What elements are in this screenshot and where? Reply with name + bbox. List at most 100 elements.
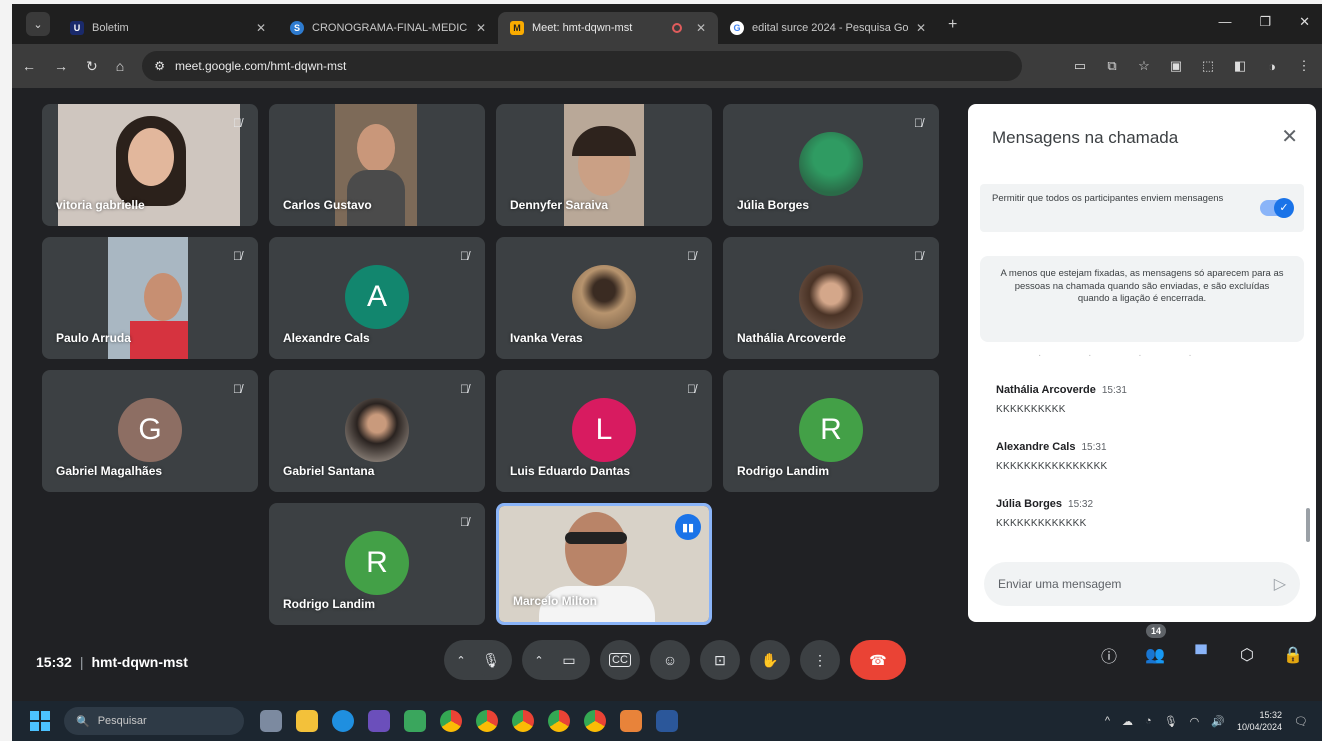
mic-off-icon: 🎙̸ [233,382,242,396]
browser-menu-icon[interactable]: ⋮ [1296,58,1312,74]
mic-off-icon: 🎙̸ [460,249,469,263]
chat-info-notice: A menos que estejam fixadas, as mensagen… [980,256,1304,342]
microphone-button[interactable]: 🎙 [474,643,508,677]
restore-icon[interactable]: ❐ [1259,14,1271,30]
chrome-icon[interactable] [584,710,606,732]
file-explorer-icon[interactable] [296,710,318,732]
tray-expand-icon[interactable]: ^ [1105,715,1110,727]
reload-icon[interactable]: ↻ [86,58,98,75]
forward-icon[interactable]: → [54,58,68,74]
message-author: Nathália Arcoverde [996,384,1096,396]
taskbar-search[interactable]: 🔍 Pesquisar [64,707,244,735]
new-tab-icon[interactable]: + [948,16,957,34]
tab-search-button[interactable]: ⌄ [26,12,50,36]
video-options-chevron-icon[interactable]: ⌃ [526,654,552,667]
word-icon[interactable] [656,710,678,732]
wifi-icon[interactable]: ◠ [1190,715,1200,728]
cloud-icon[interactable]: ☁ [1122,715,1133,728]
chat-scrollbar[interactable] [1306,508,1310,542]
minimize-icon[interactable]: — [1218,14,1231,30]
extension-icon[interactable]: ▣ [1168,58,1184,74]
app-tray-icon[interactable]: ◔ [1145,715,1152,727]
participant-tile[interactable]: R Rodrigo Landim [723,370,939,492]
extensions-puzzle-icon[interactable]: ⬚ [1200,58,1216,74]
participant-photo [799,265,863,329]
participant-tile[interactable]: R 🎙̸ Rodrigo Landim [269,503,485,625]
tab-pesquisa[interactable]: G edital surce 2024 - Pesquisa Go ✕ [718,12,938,44]
divider-dots: · · · · [1038,350,1214,361]
host-controls-icon[interactable]: 🔒 [1282,644,1304,666]
profile-avatar-icon[interactable]: ◑ [1264,58,1280,74]
clock[interactable]: 15:32 10/04/2024 [1237,709,1282,733]
participant-tile[interactable]: 🎙̸ Ivanka Veras [496,237,712,359]
close-tab-icon[interactable]: ✕ [256,21,266,35]
audio-options-chevron-icon[interactable]: ⌃ [448,654,474,667]
audio-control-group: ⌃ 🎙 [444,640,512,680]
permission-label: Permitir que todos os participantes envi… [992,193,1224,204]
meet-favicon-icon: M [510,21,524,35]
participant-tile[interactable]: L 🎙̸ Luis Eduardo Dantas [496,370,712,492]
chrome-icon[interactable] [548,710,570,732]
close-window-icon[interactable]: ✕ [1299,14,1310,30]
participant-tile-speaking[interactable]: ▮▮ Marcelo Milton [496,503,712,625]
edge-icon[interactable] [332,710,354,732]
cast-icon[interactable]: ▭ [1072,58,1088,74]
close-tab-icon[interactable]: ✕ [696,21,706,35]
speaking-indicator-icon: ▮▮ [675,514,701,540]
meeting-details-icon[interactable]: ⓘ [1098,644,1120,666]
participant-tile[interactable]: 🎙̸ Gabriel Santana [269,370,485,492]
window-controls: — ❐ ✕ [1218,14,1310,30]
tab-cronograma[interactable]: S CRONOGRAMA-FINAL-MEDIC ✕ [278,12,498,44]
meeting-code: hmt-dqwn-mst [91,654,188,670]
camera-button[interactable]: ▭ [552,643,586,677]
windows-start-icon[interactable] [30,711,50,731]
raise-hand-button[interactable]: ✋ [750,640,790,680]
leave-call-button[interactable]: ☎ [850,640,906,680]
participant-tile[interactable]: 🎙̸ vitoria gabrielle [42,104,258,226]
microphone-tray-icon[interactable]: 🎙 [1164,715,1178,728]
chrome-icon[interactable] [512,710,534,732]
address-bar[interactable]: ⚙ meet.google.com/hmt-dqwn-mst [142,51,1023,81]
close-icon[interactable]: ✕ [1281,124,1298,149]
tab-title: CRONOGRAMA-FINAL-MEDIC [312,22,468,34]
store-icon[interactable] [368,710,390,732]
message-input[interactable] [998,577,1274,591]
tab-meet[interactable]: M Meet: hmt-dqwn-mst ✕ [498,12,718,44]
app-icon[interactable] [620,710,642,732]
participant-tile[interactable]: A 🎙̸ Alexandre Cals [269,237,485,359]
present-button[interactable]: ⊡ [700,640,740,680]
task-view-icon[interactable] [260,710,282,732]
side-panel-icon[interactable]: ◧ [1232,58,1248,74]
emoji-button[interactable]: ☺ [650,640,690,680]
search-icon: 🔍 [76,715,90,728]
site-settings-icon[interactable]: ⚙ [154,59,165,73]
close-tab-icon[interactable]: ✕ [916,21,926,35]
chat-icon[interactable]: ▀ [1190,644,1212,666]
close-tab-icon[interactable]: ✕ [476,21,486,35]
activities-icon[interactable]: ⬡ [1236,644,1258,666]
participant-tile[interactable]: G 🎙̸ Gabriel Magalhães [42,370,258,492]
message-time: 15:31 [1081,442,1107,453]
bookmark-star-icon[interactable]: ☆ [1136,58,1152,74]
participant-tile[interactable]: 🎙̸ Nathália Arcoverde [723,237,939,359]
participant-tile[interactable]: 🎙̸ Paulo Arruda [42,237,258,359]
search-placeholder: Pesquisar [97,715,147,727]
send-icon[interactable]: ▷ [1274,574,1286,594]
participant-tile[interactable]: 🎙̸ Júlia Borges [723,104,939,226]
notifications-icon[interactable]: 🗨 [1294,715,1308,728]
chrome-icon[interactable] [440,710,462,732]
volume-icon[interactable]: 🔊 [1211,715,1225,728]
browser-tab-bar: ⌄ U Boletim ✕ S CRONOGRAMA-FINAL-MEDIC ✕… [12,4,1322,44]
open-in-app-icon[interactable]: ⧉ [1104,58,1120,74]
more-options-button[interactable]: ⋮ [800,640,840,680]
app-icon[interactable] [404,710,426,732]
participant-tile[interactable]: Dennyfer Saraiva [496,104,712,226]
chrome-icon[interactable] [476,710,498,732]
captions-button[interactable]: CC [600,640,640,680]
participant-tile[interactable]: Carlos Gustavo [269,104,485,226]
allow-messages-toggle[interactable]: ✓ [1260,198,1294,218]
back-icon[interactable]: ← [22,58,36,74]
tab-boletim[interactable]: U Boletim ✕ [58,12,278,44]
people-icon[interactable]: 👥 14 [1144,624,1167,666]
home-icon[interactable]: ⌂ [116,58,124,74]
